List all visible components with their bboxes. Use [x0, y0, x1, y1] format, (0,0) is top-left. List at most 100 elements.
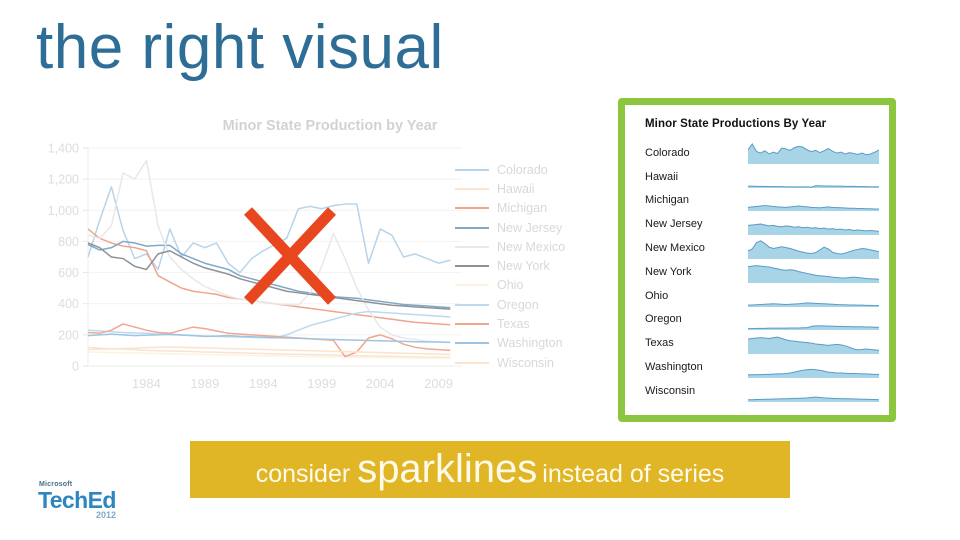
sparkline-panel-title: Minor State Productions By Year	[645, 118, 827, 130]
legend-item-label: New Jersey	[497, 220, 563, 235]
sparkline-row-label: Hawaii	[645, 170, 679, 183]
sparkline-row: New Mexico	[645, 236, 879, 260]
legend-color-swatch	[455, 226, 489, 229]
legend-item-label: Michigan	[497, 201, 548, 216]
sparkline-svg	[748, 380, 879, 402]
y-axis-tick-label: 200	[58, 328, 79, 342]
sparkline-panel: Minor State Productions By Year Colorado…	[618, 98, 896, 422]
sparkline-row: New Jersey	[645, 212, 879, 236]
legend-item: Hawaii	[455, 179, 615, 198]
sparkline-row-label: Colorado	[645, 146, 690, 159]
sparkline-svg	[748, 166, 879, 188]
sparkline-row: New York	[645, 260, 879, 284]
legend-color-swatch	[455, 323, 489, 326]
legend-color-swatch	[455, 168, 489, 171]
y-axis-tick-label: 400	[58, 297, 79, 311]
sparkline-row-label: Washington	[645, 361, 703, 374]
spaghetti-line-chart: Minor State Production by Year 0 200 400 60…	[30, 118, 610, 403]
legend-item: New Mexico	[455, 237, 615, 256]
sparkline-line	[748, 185, 879, 186]
legend-item: Oregon	[455, 295, 615, 314]
y-axis-tick-label: 1,400	[48, 142, 79, 156]
sparkline-area	[748, 240, 879, 260]
sparkline-row-label: Michigan	[645, 194, 690, 207]
sparkline-graph	[748, 285, 879, 307]
sparkline-row-label: Texas	[645, 337, 674, 350]
x-axis-tick-label: 1989	[190, 376, 219, 391]
sparkline-svg	[748, 308, 879, 331]
legend-item: Michigan	[455, 199, 615, 218]
caption-text: consider sparklines instead of series	[256, 447, 725, 492]
legend-item-label: New Mexico	[497, 239, 566, 254]
legend-item: Washington	[455, 334, 615, 353]
legend-item-label: Washington	[497, 336, 563, 351]
sparkline-graph	[748, 189, 879, 212]
line-series	[87, 159, 451, 344]
sparkline-svg	[748, 285, 879, 307]
sparkline-graph	[748, 142, 879, 164]
legend-item: Texas	[455, 314, 615, 333]
legend-item-label: New York	[497, 259, 550, 274]
legend-item: New York	[455, 256, 615, 275]
sparkline-svg	[748, 237, 879, 260]
sparkline-svg	[748, 332, 879, 355]
sparkline-graph	[748, 380, 879, 402]
line-series	[87, 242, 451, 310]
sparkline-row: Wisconsin	[645, 379, 879, 403]
legend-color-swatch	[455, 342, 489, 345]
sparkline-svg	[748, 356, 879, 379]
legend-item: Colorado	[455, 160, 615, 179]
sparkline-graph	[748, 356, 879, 379]
line-series	[87, 310, 451, 339]
caption-banner: consider sparklines instead of series	[190, 441, 790, 498]
sparkline-graph	[748, 308, 879, 331]
sparkline-row-list: Colorado Hawaii Michigan New Jersey New Mexi…	[645, 141, 879, 403]
sparkline-row: Texas	[645, 331, 879, 355]
sparkline-svg	[748, 189, 879, 212]
sparkline-row: Michigan	[645, 189, 879, 213]
x-axis-tick-label: 1994	[249, 376, 278, 391]
slide-canvas: the right visual Minor State Production …	[0, 0, 960, 540]
legend-item-label: Colorado	[497, 162, 548, 177]
sparkline-svg	[748, 261, 879, 283]
sparkline-graph	[748, 237, 879, 260]
sparkline-graph	[748, 332, 879, 355]
legend-item-label: Texas	[497, 317, 530, 332]
legend-color-swatch	[455, 303, 489, 306]
legend-item: New Jersey	[455, 218, 615, 237]
teched-logo: Microsoft TechEd 2012	[38, 481, 124, 525]
legend-color-swatch	[455, 187, 489, 190]
sparkline-row-label: Oregon	[645, 313, 682, 326]
x-axis-tick-label: 2009	[424, 376, 453, 391]
legend-item-label: Wisconsin	[497, 355, 554, 370]
sparkline-row: Hawaii	[645, 165, 879, 189]
y-axis-tick-label: 1,200	[48, 173, 79, 187]
sparkline-row: Oregon	[645, 308, 879, 332]
sparkline-row-label: Wisconsin	[645, 384, 696, 397]
line-chart-title: Minor State Production by Year	[222, 118, 438, 134]
line-series	[87, 240, 451, 309]
line-chart-legend: Colorado Hawaii Michigan New Jersey New Mexi…	[455, 160, 615, 372]
line-chart-plot-area: 0 200 400 600 800 1,000 1,200 1,400 1984 1989 1994…	[30, 140, 470, 400]
caption-before: consider	[255, 460, 351, 488]
sparkline-row-label: Ohio	[645, 289, 669, 302]
caption-emphasis: sparklines	[357, 447, 538, 491]
line-series	[87, 186, 451, 274]
line-chart-svg: 0 200 400 600 800 1,000 1,200 1,400 1984 1989 1994…	[48, 142, 462, 391]
sparkline-graph	[748, 213, 879, 236]
logo-product: TechEd	[38, 487, 116, 513]
legend-color-swatch	[455, 265, 489, 268]
legend-color-swatch	[455, 207, 489, 210]
legend-item-label: Hawaii	[497, 181, 535, 196]
sparkline-svg	[748, 142, 879, 164]
page-title: the right visual	[36, 13, 444, 82]
sparkline-row: Ohio	[645, 284, 879, 308]
sparkline-graph	[748, 166, 879, 188]
x-axis-tick-label: 1984	[132, 376, 161, 391]
sparkline-row-label: New Mexico	[645, 242, 705, 255]
legend-color-swatch	[455, 245, 489, 248]
legend-item-label: Oregon	[497, 297, 539, 312]
sparkline-area	[748, 337, 879, 355]
legend-item: Wisconsin	[455, 353, 615, 372]
x-axis-tick-label: 2004	[366, 376, 395, 391]
